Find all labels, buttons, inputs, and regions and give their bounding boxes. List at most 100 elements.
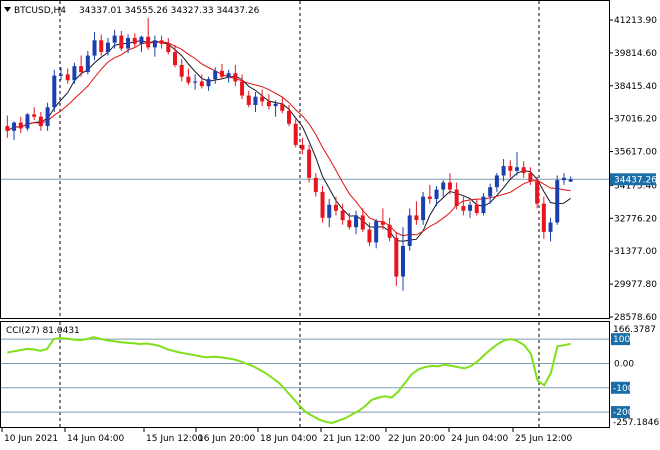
candle-body [166,43,171,53]
candle-body [32,114,37,117]
candle-body [159,40,164,44]
candle-body [515,167,519,171]
candle-body [374,221,379,243]
candle-body [12,122,17,131]
ohlc-values: 34337.01 34555.26 34327.33 34437.26 [79,6,260,16]
candle-body [293,123,298,145]
cci-line [7,336,571,425]
candle-body [387,224,392,238]
cci-label: CCI(27) 81.0431 [6,326,80,336]
candle-body [213,70,218,80]
candle-body [126,37,131,49]
price-tick-label: 41213.90 [614,16,657,26]
candle-body [105,42,110,53]
candle-body [193,81,198,83]
candle-body [508,166,513,171]
current-price-tag-text: 34437.26 [614,175,657,185]
time-tick-label: 22 Jun 20:00 [388,434,445,444]
candle-body [494,175,499,188]
candle-body [45,107,50,127]
candle-body [38,116,43,127]
candle-body [179,64,184,77]
candle-body [481,196,486,214]
price-tick-label: 29977.80 [614,280,657,290]
ma-slow-line [7,41,571,237]
candle-body [407,215,412,246]
candle-body [206,79,211,87]
candle-body [394,237,399,277]
indicator-lines [1,39,609,242]
main-panel-frame [0,0,610,319]
candle-body [461,206,466,211]
candle-body [327,204,332,218]
candle-body [253,96,258,105]
candle-body [488,187,493,197]
candle-body [5,126,10,131]
time-tick-label: 24 Jun 04:00 [451,434,508,444]
candle-body [421,196,426,221]
candle-body [152,40,157,48]
cci-level-label: 100 [613,335,630,345]
candle-body [354,215,359,228]
candle-body [320,191,325,218]
candle-body [246,95,251,105]
time-tick-label: 14 Jun 04:00 [67,434,124,444]
candle-body [300,144,305,150]
candle-body [380,221,385,225]
candle-body [280,103,285,111]
candle-body [173,52,177,65]
ma-fast-line [7,39,571,242]
candle-body [434,189,439,199]
candle-body [79,66,84,73]
cci-series-line [7,336,571,425]
candle-body [266,101,271,107]
candle-body [132,37,137,44]
candle-body [548,222,553,232]
candle-body [146,36,151,48]
cci-level-label: -100 [613,384,634,394]
price-tick-label: 37016.20 [614,115,657,125]
time-tick-label: 16 Jun 20:00 [198,434,255,444]
candle-body [119,35,124,49]
chevron-down-icon[interactable] [4,7,11,12]
cci-axis: 100 0.00 -100 -200 [611,333,634,419]
candle-body [528,173,533,182]
price-tick-label: 31377.00 [614,247,657,257]
cci-levels [1,338,609,413]
candle-body [541,203,546,232]
candle-body [401,245,405,277]
time-tick-label: 25 Jun 12:00 [515,434,572,444]
candle-body [347,220,352,228]
time-tick-label: 21 Jun 12:00 [323,434,380,444]
candle-body [240,81,245,96]
time-tick-label: 15 Jun 12:00 [146,434,203,444]
candle-body [65,74,70,81]
time-tick-label: 10 Jun 2021 [4,434,58,444]
candle-body [447,182,452,190]
candle-body [521,167,526,174]
candle-body [260,96,265,102]
candle-body [273,103,278,107]
candle-body [186,76,191,83]
candle-body [441,182,446,190]
candle-body [313,177,318,192]
candle-body [85,55,90,73]
price-tick-label: 35617.00 [614,148,657,158]
cci-level-label: 0.00 [614,359,634,369]
symbol-timeframe: BTCUSD,H4 [14,6,66,16]
candle-body [333,204,338,211]
candle-body [287,110,291,124]
candle-body [568,179,573,182]
candle-body [18,122,23,129]
price-tick-label: 28578.60 [614,313,657,323]
candle-body [454,189,459,207]
candle-body [474,204,479,214]
candle-body [226,73,231,77]
candle-body [360,215,365,230]
candle-body [535,181,540,204]
price-tick-label: 39814.60 [614,49,657,59]
candle-body [52,75,57,108]
candle-body [427,196,432,199]
candle-body [414,215,419,221]
candle-body [199,81,204,87]
